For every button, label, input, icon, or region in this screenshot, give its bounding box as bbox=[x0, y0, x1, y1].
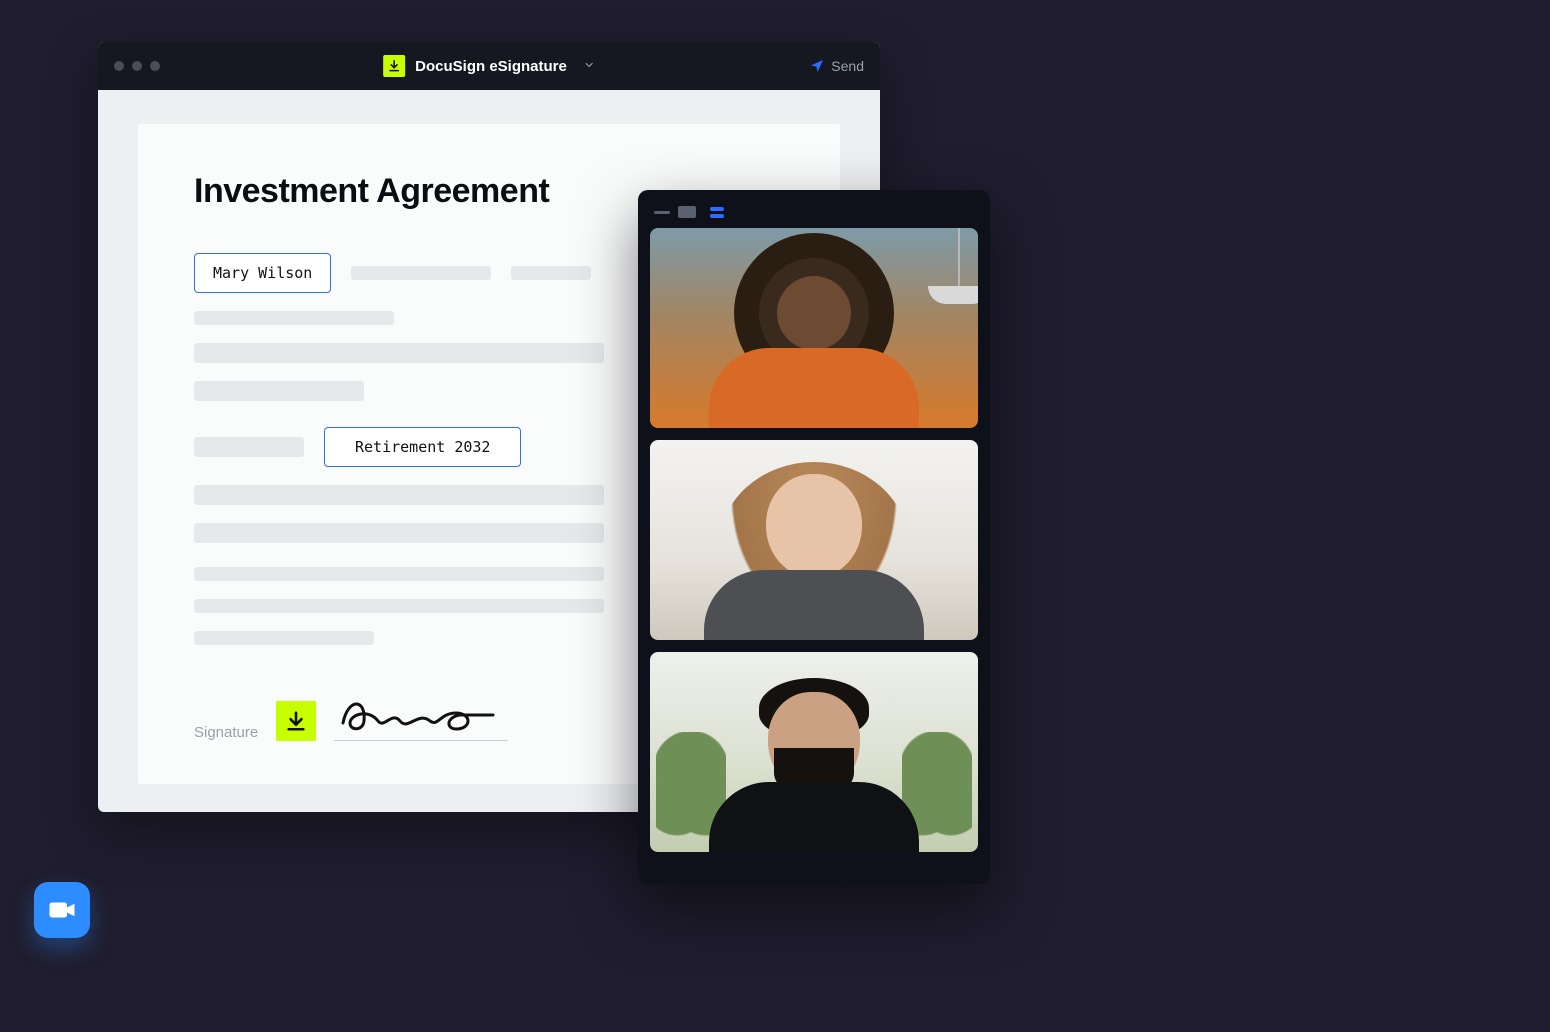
plan-field[interactable]: Retirement 2032 bbox=[324, 427, 521, 467]
zoom-app-icon[interactable] bbox=[34, 882, 90, 938]
maximize-icon[interactable] bbox=[678, 206, 696, 218]
video-call-panel: Mary Wilson Linda Simon bbox=[638, 190, 990, 884]
placeholder-line bbox=[511, 266, 591, 280]
participant-tile[interactable]: Blake Hayes bbox=[650, 652, 978, 852]
placeholder-line bbox=[194, 343, 604, 363]
placeholder-line bbox=[194, 599, 604, 613]
video-feed bbox=[650, 440, 978, 640]
window-zoom-dot[interactable] bbox=[150, 61, 160, 71]
sign-here-icon[interactable] bbox=[276, 701, 316, 741]
docusign-logo-icon bbox=[383, 55, 405, 77]
placeholder-line bbox=[194, 485, 604, 505]
minimize-icon[interactable] bbox=[654, 211, 670, 214]
placeholder-line bbox=[194, 311, 394, 325]
signature-label: Signature bbox=[194, 724, 258, 741]
docusign-titlebar: DocuSign eSignature Send bbox=[98, 42, 880, 90]
send-label: Send bbox=[831, 58, 864, 74]
placeholder-line bbox=[351, 266, 491, 280]
send-button[interactable]: Send bbox=[809, 58, 864, 74]
app-title-group[interactable]: DocuSign eSignature bbox=[383, 55, 595, 77]
placeholder-line bbox=[194, 523, 604, 543]
chevron-down-icon[interactable] bbox=[583, 58, 595, 75]
placeholder-line bbox=[194, 381, 364, 401]
video-panel-controls bbox=[650, 202, 978, 228]
app-title: DocuSign eSignature bbox=[415, 58, 567, 75]
video-feed bbox=[650, 652, 978, 852]
placeholder-line bbox=[194, 631, 374, 645]
video-feed bbox=[650, 228, 978, 428]
placeholder-line bbox=[194, 567, 604, 581]
window-close-dot[interactable] bbox=[114, 61, 124, 71]
placeholder-line bbox=[194, 437, 304, 457]
signature-field[interactable] bbox=[334, 693, 508, 741]
layout-icon[interactable] bbox=[710, 207, 724, 218]
name-field[interactable]: Mary Wilson bbox=[194, 253, 331, 293]
video-tiles: Mary Wilson Linda Simon bbox=[650, 228, 978, 852]
participant-tile[interactable]: Mary Wilson bbox=[650, 228, 978, 428]
participant-tile[interactable]: Linda Simon bbox=[650, 440, 978, 640]
window-controls[interactable] bbox=[114, 61, 160, 71]
window-minimize-dot[interactable] bbox=[132, 61, 142, 71]
